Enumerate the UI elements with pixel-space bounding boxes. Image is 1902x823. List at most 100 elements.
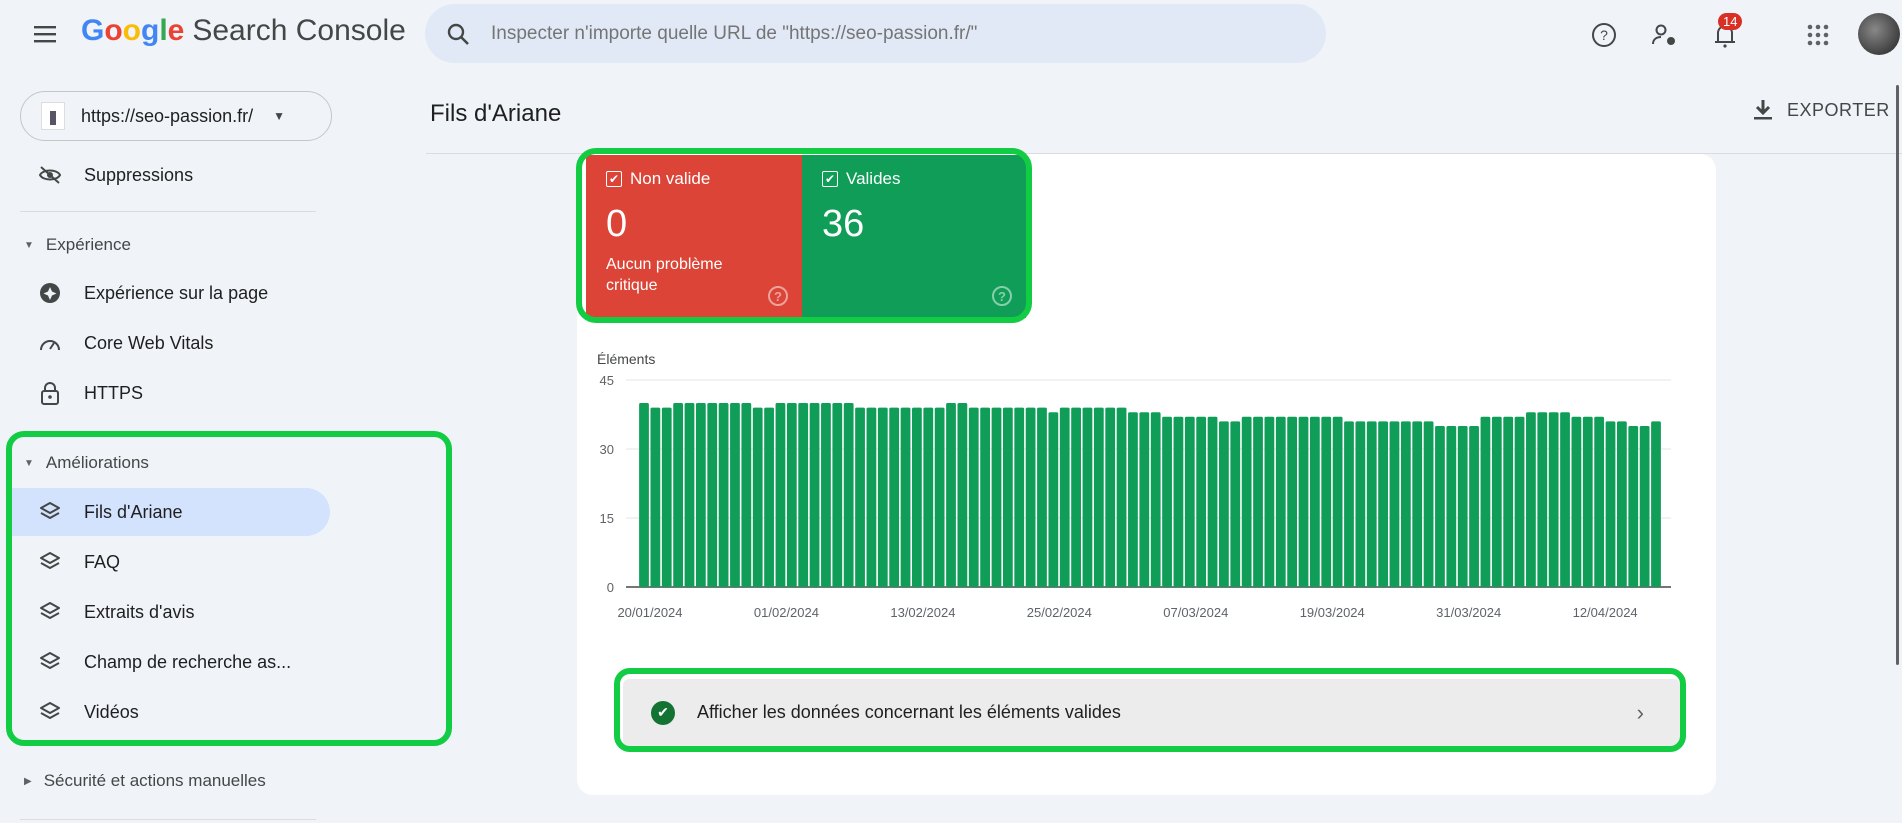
apps-grid-icon[interactable]	[1803, 20, 1833, 50]
bar[interactable]	[1571, 416, 1582, 587]
bar[interactable]	[923, 407, 934, 587]
sidebar-item-suppressions[interactable]: Suppressions	[6, 151, 330, 199]
bar[interactable]	[1423, 421, 1434, 587]
bar[interactable]	[1469, 426, 1479, 587]
bar[interactable]	[661, 407, 672, 587]
bar[interactable]	[684, 403, 695, 587]
bar[interactable]	[786, 403, 797, 587]
bar[interactable]	[957, 403, 968, 587]
bar[interactable]	[1503, 416, 1514, 587]
bar[interactable]	[1560, 412, 1570, 587]
url-inspection-input[interactable]	[491, 22, 1251, 45]
bar[interactable]	[1548, 412, 1559, 587]
bar[interactable]	[1082, 407, 1093, 587]
bar[interactable]	[673, 403, 683, 587]
bar[interactable]	[650, 407, 661, 587]
bar[interactable]	[1230, 421, 1241, 587]
section-experience[interactable]: ▼ Expérience	[24, 235, 131, 255]
bar[interactable]	[900, 407, 911, 587]
bar[interactable]	[1184, 416, 1195, 587]
bar[interactable]	[1457, 426, 1468, 587]
bar[interactable]	[798, 403, 809, 587]
bar[interactable]	[1219, 421, 1229, 587]
help-icon[interactable]: ?	[1589, 20, 1619, 50]
bar[interactable]	[764, 407, 774, 587]
bar[interactable]	[991, 407, 1002, 587]
bar[interactable]	[1332, 416, 1343, 587]
bar[interactable]	[639, 403, 649, 587]
bar[interactable]	[1298, 416, 1309, 587]
bar[interactable]	[1491, 416, 1502, 587]
bar[interactable]	[1582, 416, 1593, 587]
bar[interactable]	[1639, 426, 1650, 587]
bar[interactable]	[1594, 416, 1605, 587]
bar[interactable]	[1287, 416, 1298, 587]
bar[interactable]	[1150, 412, 1161, 587]
bar[interactable]	[730, 403, 740, 587]
bar[interactable]	[1526, 412, 1536, 587]
scrollbar[interactable]	[1896, 85, 1899, 665]
sidebar-item-page-experience[interactable]: Expérience sur la page	[6, 269, 330, 317]
bar[interactable]	[1435, 426, 1445, 587]
sidebar-item-core-web-vitals[interactable]: Core Web Vitals	[6, 319, 330, 367]
bar[interactable]	[1628, 426, 1639, 587]
bar[interactable]	[980, 407, 991, 587]
bar[interactable]	[1059, 407, 1070, 587]
bar[interactable]	[707, 403, 718, 587]
bar[interactable]	[1514, 416, 1525, 587]
bar[interactable]	[968, 407, 979, 587]
bar[interactable]	[889, 407, 900, 587]
bar[interactable]	[1207, 416, 1218, 587]
bar[interactable]	[1093, 407, 1104, 587]
admin-settings-icon[interactable]	[1650, 20, 1680, 50]
bar[interactable]	[1378, 421, 1388, 587]
bar[interactable]	[946, 403, 956, 587]
bar[interactable]	[1537, 412, 1548, 587]
bar[interactable]	[877, 407, 888, 587]
account-avatar[interactable]	[1858, 13, 1900, 55]
bar[interactable]	[1355, 421, 1366, 587]
bar[interactable]	[718, 403, 729, 587]
bar[interactable]	[1173, 416, 1184, 587]
property-selector[interactable]: https://seo-passion.fr/ ▼	[20, 91, 332, 141]
bar[interactable]	[741, 403, 752, 587]
bar[interactable]	[1275, 416, 1286, 587]
bar[interactable]	[1366, 421, 1377, 587]
bar[interactable]	[1309, 416, 1320, 587]
bar[interactable]	[1025, 407, 1036, 587]
bar[interactable]	[832, 403, 843, 587]
bar[interactable]	[1037, 407, 1047, 587]
bar[interactable]	[912, 407, 922, 587]
export-button[interactable]: EXPORTER	[1753, 99, 1890, 121]
url-inspection-search[interactable]	[425, 4, 1326, 63]
bar[interactable]	[1617, 421, 1627, 587]
bar[interactable]	[1162, 416, 1172, 587]
section-security[interactable]: ▶ Sécurité et actions manuelles	[24, 771, 266, 791]
bar[interactable]	[843, 403, 854, 587]
bar[interactable]	[695, 403, 706, 587]
bar[interactable]	[1139, 412, 1150, 587]
bar[interactable]	[1321, 416, 1332, 587]
bar[interactable]	[1196, 416, 1207, 587]
bar[interactable]	[1105, 407, 1116, 587]
bar[interactable]	[1048, 412, 1059, 587]
bar[interactable]	[1014, 407, 1025, 587]
bar[interactable]	[934, 407, 945, 587]
bar[interactable]	[1253, 416, 1263, 587]
bar[interactable]	[855, 407, 865, 587]
bar[interactable]	[1071, 407, 1081, 587]
search-console-logo[interactable]: Google Search Console	[81, 14, 406, 48]
bar[interactable]	[1400, 421, 1411, 587]
bar[interactable]	[1128, 412, 1138, 587]
main-menu-icon[interactable]	[32, 22, 58, 46]
bar[interactable]	[821, 403, 831, 587]
bar[interactable]	[1264, 416, 1275, 587]
bar[interactable]	[1344, 421, 1354, 587]
bar[interactable]	[1412, 421, 1423, 587]
bar[interactable]	[1651, 421, 1661, 587]
bar[interactable]	[1480, 416, 1491, 587]
bar[interactable]	[1116, 407, 1127, 587]
bar[interactable]	[1389, 421, 1400, 587]
bar[interactable]	[1446, 426, 1457, 587]
bar[interactable]	[1605, 421, 1616, 587]
